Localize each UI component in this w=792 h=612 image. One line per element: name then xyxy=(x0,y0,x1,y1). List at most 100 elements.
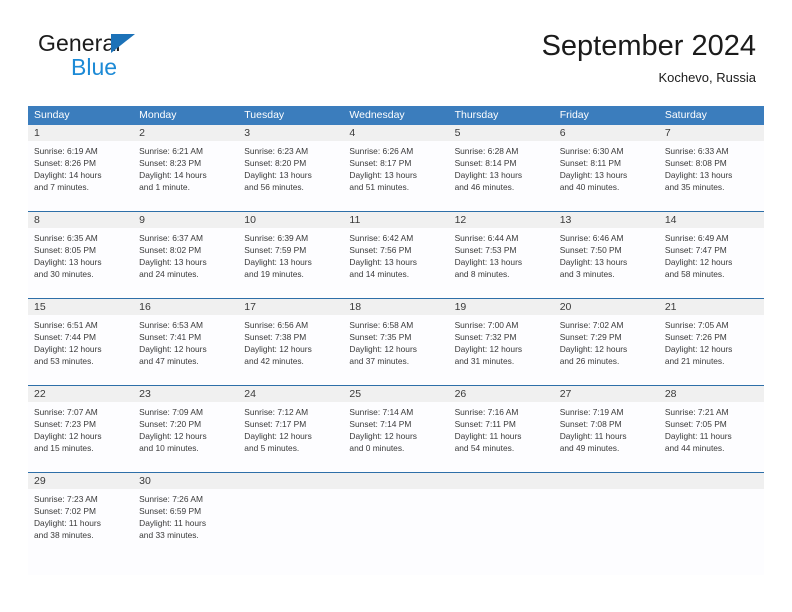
day-number[interactable]: 26 xyxy=(449,386,554,402)
day-number[interactable]: 17 xyxy=(238,299,343,315)
sunset-text: Sunset: 8:26 PM xyxy=(34,158,96,169)
day-number[interactable]: 4 xyxy=(343,125,448,141)
day-number[interactable]: 5 xyxy=(449,125,554,141)
sunset-text: Sunset: 7:02 PM xyxy=(34,506,96,517)
day-number[interactable]: 1 xyxy=(28,125,133,141)
sunrise-text: Sunrise: 6:28 AM xyxy=(454,146,519,156)
sunrise-text: Sunrise: 7:21 AM xyxy=(664,407,729,417)
day-number[interactable]: 25 xyxy=(343,386,448,402)
sunrise-text: Sunrise: 6:49 AM xyxy=(664,233,729,243)
weekday-header-monday: Monday xyxy=(139,109,177,121)
day-cell[interactable]: Sunrise: 6:51 AM Sunset: 7:44 PM Dayligh… xyxy=(28,315,133,385)
day-number[interactable]: 30 xyxy=(133,473,238,489)
sunrise-text: Sunrise: 6:37 AM xyxy=(139,233,203,243)
day-number[interactable]: 6 xyxy=(554,125,659,141)
sunset-text: Sunset: 8:05 PM xyxy=(34,245,96,256)
day-number[interactable]: 8 xyxy=(28,212,133,228)
brand-triangle-icon xyxy=(111,34,135,53)
daylight-text-line1: Daylight: 11 hours xyxy=(664,431,732,442)
day-number[interactable]: 23 xyxy=(133,386,238,402)
day-cell[interactable]: Sunrise: 7:26 AM Sunset: 6:59 PM Dayligh… xyxy=(133,489,238,575)
week-daynumber-row: 8 9 10 11 12 13 14 xyxy=(28,212,764,228)
sunset-text: Sunset: 8:14 PM xyxy=(454,158,517,169)
day-number[interactable]: 19 xyxy=(449,299,554,315)
day-number[interactable]: 18 xyxy=(343,299,448,315)
daylight-text-line2: and 31 minutes. xyxy=(454,356,515,367)
sunset-text: Sunset: 7:26 PM xyxy=(664,332,727,343)
sunrise-text: Sunrise: 6:56 AM xyxy=(244,320,309,330)
daylight-text-line2: and 14 minutes. xyxy=(349,269,410,280)
sunset-text: Sunset: 7:08 PM xyxy=(559,419,622,430)
day-number[interactable]: 11 xyxy=(343,212,448,228)
sunset-text: Sunset: 7:35 PM xyxy=(349,332,412,343)
day-number-empty xyxy=(554,473,659,489)
brand-logo[interactable]: General Blue xyxy=(38,30,268,94)
daylight-text-line2: and 1 minute. xyxy=(139,182,190,193)
day-number[interactable]: 29 xyxy=(28,473,133,489)
day-cell-empty xyxy=(449,489,554,575)
day-number[interactable]: 21 xyxy=(659,299,764,315)
day-cell[interactable]: Sunrise: 7:00 AM Sunset: 7:32 PM Dayligh… xyxy=(449,315,554,385)
day-number[interactable]: 3 xyxy=(238,125,343,141)
day-cell[interactable]: Sunrise: 6:46 AM Sunset: 7:50 PM Dayligh… xyxy=(554,228,659,298)
day-cell[interactable]: Sunrise: 7:02 AM Sunset: 7:29 PM Dayligh… xyxy=(554,315,659,385)
sunrise-text: Sunrise: 6:26 AM xyxy=(349,146,414,156)
day-cell[interactable]: Sunrise: 6:42 AM Sunset: 7:56 PM Dayligh… xyxy=(343,228,448,298)
day-cell[interactable]: Sunrise: 6:53 AM Sunset: 7:41 PM Dayligh… xyxy=(133,315,238,385)
daylight-text-line2: and 21 minutes. xyxy=(664,356,725,367)
page-title: September 2024 xyxy=(541,30,756,62)
day-cell[interactable]: Sunrise: 7:23 AM Sunset: 7:02 PM Dayligh… xyxy=(28,489,133,575)
day-number[interactable]: 10 xyxy=(238,212,343,228)
day-cell[interactable]: Sunrise: 7:09 AM Sunset: 7:20 PM Dayligh… xyxy=(133,402,238,472)
sunrise-text: Sunrise: 7:26 AM xyxy=(139,494,203,504)
day-cell[interactable]: Sunrise: 6:37 AM Sunset: 8:02 PM Dayligh… xyxy=(133,228,238,298)
day-cell[interactable]: Sunrise: 6:33 AM Sunset: 8:08 PM Dayligh… xyxy=(659,141,764,211)
day-cell[interactable]: Sunrise: 6:23 AM Sunset: 8:20 PM Dayligh… xyxy=(238,141,343,211)
day-number[interactable]: 15 xyxy=(28,299,133,315)
day-cell[interactable]: Sunrise: 7:19 AM Sunset: 7:08 PM Dayligh… xyxy=(554,402,659,472)
daylight-text-line2: and 35 minutes. xyxy=(664,182,725,193)
day-cell[interactable]: Sunrise: 6:58 AM Sunset: 7:35 PM Dayligh… xyxy=(343,315,448,385)
day-cell[interactable]: Sunrise: 6:19 AM Sunset: 8:26 PM Dayligh… xyxy=(28,141,133,211)
sunrise-text: Sunrise: 6:23 AM xyxy=(244,146,309,156)
day-cell[interactable]: Sunrise: 7:21 AM Sunset: 7:05 PM Dayligh… xyxy=(659,402,764,472)
daylight-text-line1: Daylight: 13 hours xyxy=(454,257,523,268)
day-cell[interactable]: Sunrise: 6:21 AM Sunset: 8:23 PM Dayligh… xyxy=(133,141,238,211)
day-cell[interactable]: Sunrise: 6:44 AM Sunset: 7:53 PM Dayligh… xyxy=(449,228,554,298)
day-number[interactable]: 13 xyxy=(554,212,659,228)
daylight-text-line1: Daylight: 13 hours xyxy=(454,170,523,181)
day-cell[interactable]: Sunrise: 7:14 AM Sunset: 7:14 PM Dayligh… xyxy=(343,402,448,472)
daylight-text-line1: Daylight: 13 hours xyxy=(34,257,102,268)
day-cell[interactable]: Sunrise: 7:07 AM Sunset: 7:23 PM Dayligh… xyxy=(28,402,133,472)
day-number[interactable]: 28 xyxy=(659,386,764,402)
day-number[interactable]: 14 xyxy=(659,212,764,228)
week-row: 8 9 10 11 12 13 14 Sunrise: 6:35 AM Suns… xyxy=(28,212,764,299)
day-cell[interactable]: Sunrise: 7:12 AM Sunset: 7:17 PM Dayligh… xyxy=(238,402,343,472)
day-cell[interactable]: Sunrise: 6:35 AM Sunset: 8:05 PM Dayligh… xyxy=(28,228,133,298)
day-number[interactable]: 20 xyxy=(554,299,659,315)
day-number[interactable]: 7 xyxy=(659,125,764,141)
day-number[interactable]: 12 xyxy=(449,212,554,228)
sunrise-text: Sunrise: 7:00 AM xyxy=(454,320,519,330)
day-cell[interactable]: Sunrise: 6:56 AM Sunset: 7:38 PM Dayligh… xyxy=(238,315,343,385)
daylight-text-line2: and 19 minutes. xyxy=(244,269,304,280)
weekday-header-tuesday: Tuesday xyxy=(244,109,285,121)
day-cell[interactable]: Sunrise: 6:49 AM Sunset: 7:47 PM Dayligh… xyxy=(659,228,764,298)
day-cell[interactable]: Sunrise: 6:30 AM Sunset: 8:11 PM Dayligh… xyxy=(554,141,659,211)
daylight-text-line2: and 26 minutes. xyxy=(559,356,620,367)
daylight-text-line2: and 30 minutes. xyxy=(34,269,94,280)
day-number[interactable]: 27 xyxy=(554,386,659,402)
day-cell[interactable]: Sunrise: 7:16 AM Sunset: 7:11 PM Dayligh… xyxy=(449,402,554,472)
day-number[interactable]: 22 xyxy=(28,386,133,402)
day-cell[interactable]: Sunrise: 7:05 AM Sunset: 7:26 PM Dayligh… xyxy=(659,315,764,385)
day-number[interactable]: 9 xyxy=(133,212,238,228)
sunset-text: Sunset: 8:23 PM xyxy=(139,158,202,169)
daylight-text-line1: Daylight: 11 hours xyxy=(139,518,207,529)
day-cell[interactable]: Sunrise: 6:28 AM Sunset: 8:14 PM Dayligh… xyxy=(449,141,554,211)
day-number[interactable]: 24 xyxy=(238,386,343,402)
day-cell-empty xyxy=(659,489,764,575)
day-number[interactable]: 2 xyxy=(133,125,238,141)
day-cell[interactable]: Sunrise: 6:39 AM Sunset: 7:59 PM Dayligh… xyxy=(238,228,343,298)
day-cell[interactable]: Sunrise: 6:26 AM Sunset: 8:17 PM Dayligh… xyxy=(343,141,448,211)
day-number[interactable]: 16 xyxy=(133,299,238,315)
